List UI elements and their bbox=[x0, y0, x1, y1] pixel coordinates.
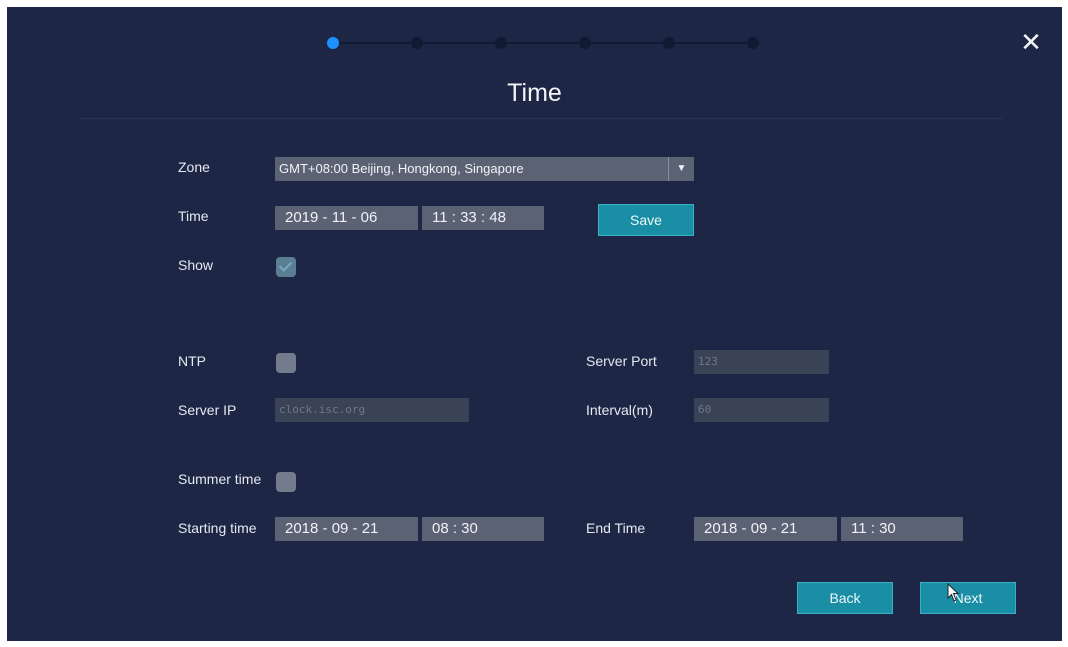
title-divider bbox=[79, 118, 1002, 119]
zone-select-value: GMT+08:00 Beijing, Hongkong, Singapore bbox=[279, 161, 524, 176]
wizard-step-2 bbox=[411, 37, 423, 49]
setup-wizard-screen: ✕ Time Zone GMT+08:00 Beijing, Hongkong,… bbox=[7, 7, 1062, 641]
save-button[interactable]: Save bbox=[598, 204, 694, 236]
zone-select[interactable]: GMT+08:00 Beijing, Hongkong, Singapore ▼ bbox=[275, 157, 694, 181]
close-icon[interactable]: ✕ bbox=[1018, 29, 1044, 55]
next-button[interactable]: Next bbox=[920, 582, 1016, 614]
mouse-pointer-icon bbox=[947, 583, 960, 602]
zone-label: Zone bbox=[178, 159, 210, 175]
time-clock-input[interactable]: 11 : 33 : 48 bbox=[422, 206, 544, 230]
wizard-progress-line bbox=[335, 42, 759, 44]
time-label: Time bbox=[178, 208, 209, 224]
ntp-checkbox[interactable] bbox=[276, 353, 296, 373]
ntp-label: NTP bbox=[178, 353, 206, 369]
time-date-input[interactable]: 2019 - 11 - 06 bbox=[275, 206, 418, 230]
end-clock-input[interactable]: 11 : 30 bbox=[841, 517, 963, 541]
interval-label: Interval(m) bbox=[586, 402, 653, 418]
wizard-step-5 bbox=[663, 37, 675, 49]
chevron-down-icon[interactable]: ▼ bbox=[668, 157, 694, 181]
server-ip-input[interactable]: clock.isc.org bbox=[275, 398, 469, 422]
server-port-label: Server Port bbox=[586, 353, 657, 369]
start-date-input[interactable]: 2018 - 09 - 21 bbox=[275, 517, 418, 541]
end-time-label: End Time bbox=[586, 520, 646, 536]
server-port-input[interactable]: 123 bbox=[694, 350, 829, 374]
interval-input[interactable]: 60 bbox=[694, 398, 829, 422]
show-label: Show bbox=[178, 257, 214, 273]
summer-time-label: Summer time bbox=[178, 471, 262, 487]
server-ip-label: Server IP bbox=[178, 402, 237, 418]
show-checkbox[interactable] bbox=[276, 257, 296, 277]
end-date-input[interactable]: 2018 - 09 - 21 bbox=[694, 517, 837, 541]
back-button[interactable]: Back bbox=[797, 582, 893, 614]
start-clock-input[interactable]: 08 : 30 bbox=[422, 517, 544, 541]
page-title: Time bbox=[507, 79, 562, 107]
wizard-progress bbox=[327, 37, 767, 49]
wizard-step-6 bbox=[747, 37, 759, 49]
summer-time-checkbox[interactable] bbox=[276, 472, 296, 492]
wizard-step-1 bbox=[327, 37, 339, 49]
wizard-step-3 bbox=[495, 37, 507, 49]
wizard-step-4 bbox=[579, 37, 591, 49]
starting-time-label: Starting time bbox=[178, 520, 257, 536]
